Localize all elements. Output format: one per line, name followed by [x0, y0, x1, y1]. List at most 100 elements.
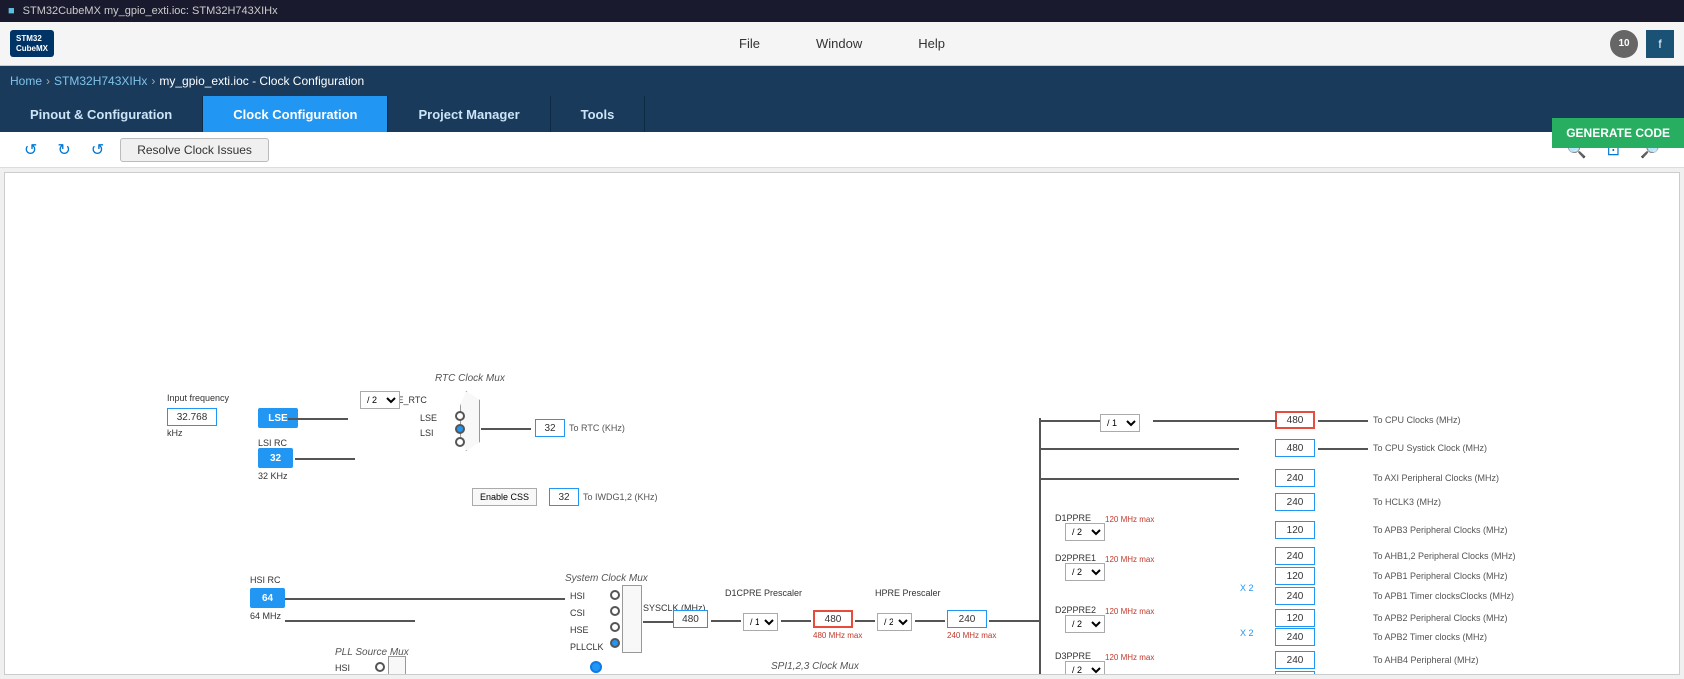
hpre-output-value[interactable]: 240 — [947, 610, 987, 628]
refresh-button[interactable]: ↺ — [87, 138, 108, 162]
breadcrumb-home[interactable]: Home — [10, 74, 42, 88]
rtc-out-line — [481, 428, 531, 430]
hsi-rc-block: 64 — [250, 588, 285, 608]
axi-clocks-value[interactable]: 240 — [1275, 469, 1315, 487]
menu-items: File Window Help — [74, 32, 1610, 55]
window-menu[interactable]: Window — [808, 32, 870, 55]
d2ppre1-max: 120 MHz max — [1105, 555, 1154, 564]
css-radio[interactable] — [590, 661, 602, 673]
ahb12-value[interactable]: 240 — [1275, 547, 1315, 565]
sysclk-mux-shape — [622, 585, 642, 653]
ahb4-value[interactable]: 240 — [1275, 651, 1315, 669]
systick-line — [1039, 448, 1239, 450]
hsi-rc-label: HSI RC — [250, 575, 281, 585]
rtc-radio-hse[interactable] — [455, 411, 465, 421]
menubar: STM32CubeMX File Window Help 10 f — [0, 22, 1684, 66]
tab-tools[interactable]: Tools — [551, 96, 646, 132]
enable-css-btn[interactable]: Enable CSS — [472, 488, 537, 506]
apb2-timer-label: To APB2 Timer clocks (MHz) — [1373, 632, 1487, 642]
apb2-value[interactable]: 120 — [1275, 609, 1315, 627]
facebook-icon: f — [1646, 30, 1674, 58]
apb4-value[interactable]: 120 — [1275, 671, 1315, 675]
logo: STM32CubeMX — [10, 30, 54, 57]
d2ppre2-max: 120 MHz max — [1105, 607, 1154, 616]
to-iwdg-label: To IWDG1,2 (KHz) — [583, 492, 658, 502]
hclk3-label: To HCLK3 (MHz) — [1373, 497, 1441, 507]
x2-2: X 2 — [1240, 628, 1254, 638]
d2ppre2-select[interactable]: / 2/ 1 — [1065, 615, 1105, 633]
iwdg-output-value[interactable]: 32 — [549, 488, 579, 506]
redo-button[interactable]: ↻ — [53, 138, 74, 162]
pll-mux-shape — [388, 656, 406, 675]
rtc-output-value[interactable]: 32 — [535, 419, 565, 437]
breadcrumb-chip[interactable]: STM32H743XIHx — [54, 74, 147, 88]
input-freq-label: Input frequency — [167, 393, 229, 403]
sysclk-radio-hse[interactable] — [610, 622, 620, 632]
lsi-rc-block: 32 — [258, 448, 293, 468]
d2ppre1-select[interactable]: / 2/ 1 — [1065, 563, 1105, 581]
sysclk-hse: HSE — [570, 625, 589, 635]
rtc-mux-label: RTC Clock Mux — [435, 373, 505, 384]
sysclk-radio-pllclk[interactable] — [610, 638, 620, 648]
tab-pinout[interactable]: Pinout & Configuration — [0, 96, 203, 132]
d3ppre-label: D3PPRE — [1055, 651, 1091, 661]
cpu-div-select[interactable]: / 1/ 2 — [1100, 414, 1140, 432]
cpu-out-line — [1318, 420, 1368, 422]
clock-diagram: Input frequency 32.768 kHz LSE LSI RC 32… — [5, 173, 1665, 675]
lsi-rc-sub: 32 KHz — [258, 471, 288, 481]
tab-project[interactable]: Project Manager — [388, 96, 550, 132]
cpu-clock-value[interactable]: 480 — [1275, 411, 1315, 429]
lse-mux-label: LSE — [420, 413, 437, 423]
hpre-max: 240 MHz max — [947, 631, 996, 640]
sysclk-mux-label: System Clock Mux — [565, 573, 648, 584]
cpu-clocks-label: To CPU Clocks (MHz) — [1373, 415, 1461, 425]
top-right-icons: 10 f — [1610, 30, 1674, 58]
apb1-timer-value[interactable]: 240 — [1275, 587, 1315, 605]
sysclk-radio-hsi[interactable] — [610, 590, 620, 600]
apb3-value[interactable]: 120 — [1275, 521, 1315, 539]
d1cpre-output-value[interactable]: 480 — [813, 610, 853, 628]
cpu-systick-label: To CPU Systick Clock (MHz) — [1373, 443, 1487, 453]
tab-clock[interactable]: Clock Configuration — [203, 96, 388, 132]
help-menu[interactable]: Help — [910, 32, 953, 55]
sysclk-pllclk: PLLCLK — [570, 642, 604, 652]
apb2-label: To APB2 Peripheral Clocks (MHz) — [1373, 613, 1508, 623]
d2ppre1-label: D2PPRE1 — [1055, 553, 1096, 563]
file-menu[interactable]: File — [731, 32, 768, 55]
d1ppre-select[interactable]: / 2/ 1 — [1065, 523, 1105, 541]
sysclk-radio-csi[interactable] — [610, 606, 620, 616]
d1cpre-select[interactable]: / 1/ 2 — [743, 613, 778, 631]
rtc-radio-lsi[interactable] — [455, 437, 465, 447]
hsi-sysclk-line — [285, 620, 415, 622]
hpre-out-line — [915, 620, 945, 622]
pll-radio-hsi[interactable] — [375, 662, 385, 672]
breadcrumb-file: my_gpio_exti.ioc - Clock Configuration — [159, 74, 364, 88]
div2-select[interactable]: / 2/ 4/ 8 — [360, 391, 400, 409]
undo-button[interactable]: ↺ — [20, 138, 41, 162]
cpu-div-line — [1153, 420, 1277, 422]
ahb4-label: To AHB4 Peripheral (MHz) — [1373, 655, 1479, 665]
breadcrumb: Home › STM32H743XIHx › my_gpio_exti.ioc … — [0, 66, 1684, 96]
input-freq-unit: kHz — [167, 428, 183, 438]
d1cpre-out-line — [781, 620, 811, 622]
hpre-select[interactable]: / 2/ 1/ 4 — [877, 613, 912, 631]
hsi-rc-sub: 64 MHz — [250, 611, 281, 621]
generate-code-button[interactable]: GENERATE CODE — [1552, 118, 1684, 148]
input-freq-value[interactable]: 32.768 — [167, 408, 217, 426]
hpre-in-line — [855, 620, 875, 622]
to-rtc-label: To RTC (KHz) — [569, 423, 625, 433]
tabbar: Pinout & Configuration Clock Configurati… — [0, 96, 1684, 132]
resolve-clock-issues-button[interactable]: Resolve Clock Issues — [120, 138, 269, 162]
lsi-rc-line — [295, 458, 355, 460]
axi-clocks-label: To AXI Peripheral Clocks (MHz) — [1373, 473, 1499, 483]
apb1-label: To APB1 Peripheral Clocks (MHz) — [1373, 571, 1508, 581]
sysclk-value[interactable]: 480 — [673, 610, 708, 628]
main-content: Input frequency 32.768 kHz LSE LSI RC 32… — [4, 172, 1680, 675]
cpu-systick-value[interactable]: 480 — [1275, 439, 1315, 457]
apb2-timer-value[interactable]: 240 — [1275, 628, 1315, 646]
hclk3-value[interactable]: 240 — [1275, 493, 1315, 511]
right-main-vert — [1039, 418, 1041, 675]
rtc-radio-lse[interactable] — [455, 424, 465, 434]
titlebar-text: STM32CubeMX my_gpio_exti.ioc: STM32H743X… — [23, 5, 278, 17]
apb1-value[interactable]: 120 — [1275, 567, 1315, 585]
